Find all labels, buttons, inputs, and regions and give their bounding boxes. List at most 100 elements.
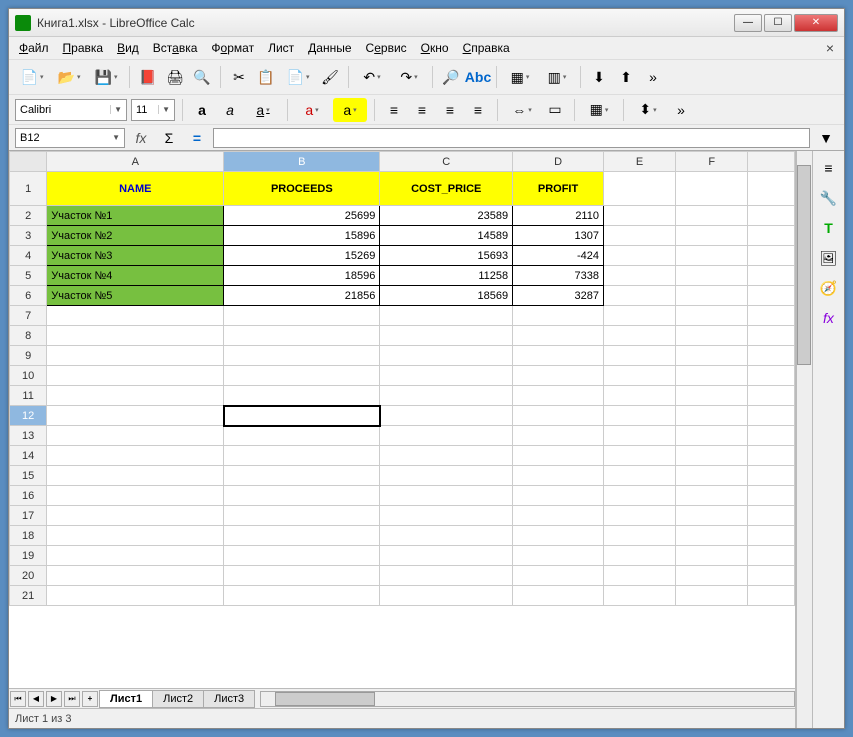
cell[interactable] [603, 226, 675, 246]
cell[interactable] [676, 586, 748, 606]
print-preview-button[interactable]: 🔍 [190, 65, 214, 89]
sheet-tab-2[interactable]: Лист2 [152, 690, 204, 708]
cell[interactable] [603, 586, 675, 606]
cell[interactable] [380, 306, 513, 326]
font-color-button[interactable]: a [295, 98, 329, 122]
cell[interactable] [748, 326, 795, 346]
row-header-8[interactable]: 8 [10, 326, 47, 346]
cell[interactable] [748, 506, 795, 526]
cell[interactable] [513, 366, 604, 386]
cell[interactable] [224, 486, 380, 506]
cell[interactable] [224, 386, 380, 406]
cell[interactable] [513, 406, 604, 426]
borders-button[interactable]: ▦ [582, 98, 616, 122]
row-header-9[interactable]: 9 [10, 346, 47, 366]
cell[interactable] [603, 346, 675, 366]
tab-last-button[interactable]: ⏭ [64, 691, 80, 707]
cell[interactable] [380, 406, 513, 426]
cell[interactable] [380, 426, 513, 446]
cell[interactable] [676, 386, 748, 406]
row-header-5[interactable]: 5 [10, 266, 47, 286]
cell[interactable] [748, 246, 795, 266]
vertical-scrollbar[interactable] [796, 151, 812, 728]
sort-desc-button[interactable]: ⬆ [614, 65, 638, 89]
cell[interactable] [748, 426, 795, 446]
cell[interactable] [47, 406, 224, 426]
row-header-13[interactable]: 13 [10, 426, 47, 446]
cell[interactable] [603, 206, 675, 226]
cell[interactable] [676, 226, 748, 246]
cell[interactable] [748, 306, 795, 326]
cell[interactable] [380, 486, 513, 506]
column-button[interactable]: ▥ [540, 65, 574, 89]
cell[interactable] [603, 172, 675, 206]
row-header-2[interactable]: 2 [10, 206, 47, 226]
row-header-14[interactable]: 14 [10, 446, 47, 466]
cell[interactable] [676, 466, 748, 486]
cell[interactable]: 15896 [224, 226, 380, 246]
save-button[interactable]: 💾 [89, 65, 123, 89]
cell[interactable] [513, 466, 604, 486]
cell[interactable] [513, 326, 604, 346]
cell[interactable] [380, 346, 513, 366]
cell[interactable]: Участок №5 [47, 286, 224, 306]
cell[interactable]: 7338 [513, 266, 604, 286]
cell[interactable] [603, 446, 675, 466]
cell[interactable] [224, 466, 380, 486]
more-button[interactable]: » [641, 65, 665, 89]
cell[interactable] [603, 566, 675, 586]
sheet-tab-3[interactable]: Лист3 [203, 690, 255, 708]
highlight-color-button[interactable]: a [333, 98, 367, 122]
cell[interactable] [748, 226, 795, 246]
cell[interactable] [513, 506, 604, 526]
cell[interactable] [224, 326, 380, 346]
cell[interactable] [748, 386, 795, 406]
cell[interactable] [748, 172, 795, 206]
cell[interactable] [676, 546, 748, 566]
cell[interactable] [748, 206, 795, 226]
cell[interactable] [380, 326, 513, 346]
cell[interactable] [513, 586, 604, 606]
cell[interactable] [224, 426, 380, 446]
cell[interactable] [513, 346, 604, 366]
cell[interactable] [47, 366, 224, 386]
formula-input[interactable] [213, 128, 810, 148]
cell[interactable] [47, 326, 224, 346]
cell[interactable] [603, 326, 675, 346]
cell[interactable]: 25699 [224, 206, 380, 226]
column-header-A[interactable]: A [47, 152, 224, 172]
menu-file[interactable]: Файл [13, 39, 55, 57]
align-right-button[interactable]: ≡ [438, 98, 462, 122]
cell[interactable] [47, 446, 224, 466]
menu-data[interactable]: Данные [302, 39, 357, 57]
underline-button[interactable]: a [246, 98, 280, 122]
cell[interactable] [47, 506, 224, 526]
cell[interactable] [748, 566, 795, 586]
cell[interactable] [603, 506, 675, 526]
cell[interactable]: PROCEEDS [224, 172, 380, 206]
cell[interactable] [513, 546, 604, 566]
cell[interactable]: 1307 [513, 226, 604, 246]
cell[interactable] [676, 306, 748, 326]
cell[interactable]: Участок №3 [47, 246, 224, 266]
cell[interactable]: 15693 [380, 246, 513, 266]
cell[interactable] [224, 526, 380, 546]
cell[interactable] [748, 366, 795, 386]
cell[interactable] [380, 506, 513, 526]
cell[interactable] [748, 466, 795, 486]
cell[interactable] [748, 546, 795, 566]
column-header-C[interactable]: C [380, 152, 513, 172]
open-button[interactable]: 📂 [52, 65, 86, 89]
sidebar-styles-icon[interactable]: T [818, 217, 840, 239]
row-header-7[interactable]: 7 [10, 306, 47, 326]
cell[interactable] [513, 306, 604, 326]
cell[interactable]: 15269 [224, 246, 380, 266]
cell[interactable] [47, 466, 224, 486]
sidebar-gallery-icon[interactable]: 🖼 [818, 247, 840, 269]
sidebar-functions-icon[interactable]: fx [818, 307, 840, 329]
export-pdf-button[interactable]: 📕 [136, 65, 160, 89]
cell[interactable] [47, 526, 224, 546]
cell[interactable] [513, 386, 604, 406]
function-wizard-button[interactable]: fx [129, 126, 153, 150]
cell[interactable] [676, 446, 748, 466]
